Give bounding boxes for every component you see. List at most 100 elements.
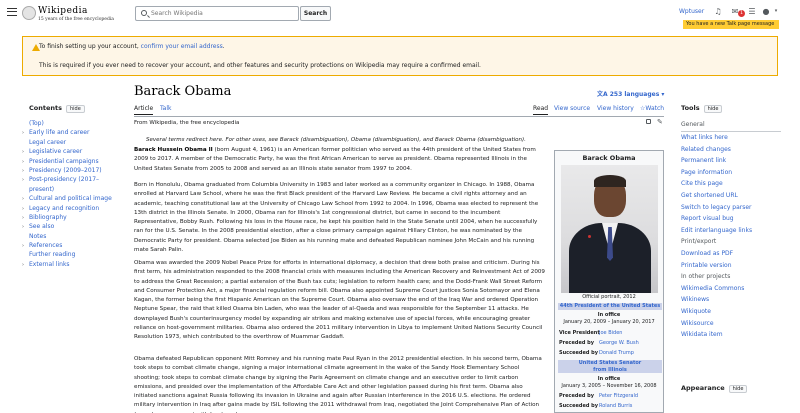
tools-link[interactable]: Page information [681, 167, 781, 179]
toc-item[interactable]: › Cultural and political image [22, 195, 119, 203]
wikipedia-logo[interactable] [22, 6, 36, 20]
lock-icon[interactable] [646, 119, 651, 124]
project-link[interactable]: Wikinews [681, 294, 781, 306]
notice-line-2: This is required if you ever need to rec… [39, 62, 481, 69]
language-button[interactable]: 文A 253 languages ▾ [597, 89, 664, 98]
search-input[interactable] [151, 8, 296, 19]
chevron-right-icon[interactable]: › [22, 195, 24, 203]
subject-name: Barack Hussein Obama II [134, 147, 213, 153]
tools-link[interactable]: What links here [681, 132, 781, 144]
chevron-right-icon[interactable]: › [22, 205, 24, 213]
confirm-email-link[interactable]: confirm your email address [141, 43, 223, 50]
tools-link[interactable]: Edit interlanguage links [681, 225, 781, 237]
toc-title: Contents hide [29, 104, 119, 113]
wikipedia-wordmark[interactable]: Wikipedia [38, 6, 88, 16]
search-button[interactable]: Search [300, 6, 331, 21]
appearance-hide-button[interactable]: hide [728, 385, 748, 393]
preceded-link-1[interactable]: George W. Bush [599, 340, 639, 346]
tab-read[interactable]: Read [533, 105, 549, 115]
tab-view-source[interactable]: View source [554, 105, 590, 112]
office-president[interactable]: 44th President of the United States [558, 303, 662, 310]
chevron-right-icon[interactable]: › [22, 129, 24, 137]
toc-item[interactable]: Notes [29, 233, 119, 241]
lead-paragraph-3: Obama was awarded the 2009 Nobel Peace P… [134, 260, 545, 341]
chevron-right-icon[interactable]: › [22, 223, 24, 231]
hatnote: Several terms redirect here. For other u… [146, 137, 526, 143]
vp-link[interactable]: Joe Biden [599, 330, 622, 336]
vp-label: Vice President [559, 330, 600, 336]
email-notice: To finish setting up your account, confi… [22, 36, 778, 76]
other-projects-list: Wikimedia Commons Wikinews Wikiquote Wikiso… [681, 283, 781, 341]
toc-item-label: References [29, 242, 63, 250]
search-box[interactable] [135, 6, 299, 21]
chevron-right-icon[interactable]: › [22, 148, 24, 156]
edit-pencil-icon[interactable]: ✎ [657, 118, 664, 126]
print-link[interactable]: Download as PDF [681, 248, 781, 260]
succeeded-link-2[interactable]: Roland Burris [599, 403, 632, 409]
main-menu-icon[interactable] [7, 8, 17, 16]
lead-paragraph-1: Barack Hussein Obama II (born August 4, … [134, 146, 546, 174]
toc-item[interactable]: (Top) [29, 120, 119, 128]
toc-item[interactable]: Further reading [29, 251, 119, 259]
alerts-bell-icon[interactable]: ♫ [713, 7, 723, 16]
project-link[interactable]: Wikimedia Commons [681, 283, 781, 295]
official-portrait-image[interactable] [561, 165, 658, 293]
tools-link[interactable]: Switch to legacy parser [681, 202, 781, 214]
toc-item[interactable]: present) [29, 186, 119, 194]
chevron-right-icon[interactable]: › [22, 242, 24, 250]
infobox: Barack Obama Official portrait, 2012 44t… [554, 150, 664, 413]
tools-link[interactable]: Report visual bug [681, 213, 781, 225]
tab-view-history[interactable]: View history [597, 105, 634, 112]
lead-paragraph-2: Born in Honolulu, Obama graduated from C… [134, 182, 539, 254]
toc-item[interactable]: › Legislative career [22, 148, 119, 156]
chevron-right-icon[interactable]: › [22, 176, 24, 184]
toc-item[interactable]: › Post-presidency (2017– [22, 176, 119, 184]
notice-text-end: . [222, 43, 225, 50]
search-icon [141, 10, 147, 16]
tab-watch-label: Watch [645, 105, 665, 112]
chevron-right-icon[interactable]: › [22, 214, 24, 222]
tools-hide-button[interactable]: hide [703, 105, 723, 113]
appearance-title: Appearance hide [681, 384, 748, 393]
notification-count-badge: 1 [738, 10, 745, 17]
toc-item[interactable]: › Legacy and recognition [22, 205, 119, 213]
language-count: 253 languages [609, 91, 660, 98]
watchlist-icon[interactable]: ☰ [747, 7, 757, 16]
toc-hide-button[interactable]: hide [65, 105, 85, 113]
office-senator[interactable]: United States Senator from Illinois [558, 360, 662, 373]
toc-item-label: present) [29, 185, 55, 193]
succeeded-link-1[interactable]: Donald Trump [599, 350, 634, 356]
tab-talk[interactable]: Talk [160, 105, 172, 112]
chevron-right-icon[interactable]: › [22, 261, 24, 269]
project-link[interactable]: Wikidata item [681, 329, 781, 341]
print-export-heading: Print/export [681, 238, 717, 246]
print-link[interactable]: Printable version [681, 260, 781, 272]
project-link[interactable]: Wikisource [681, 318, 781, 330]
tab-watch[interactable]: ☆Watch [640, 105, 664, 112]
tools-link[interactable]: Permanent link [681, 155, 781, 167]
tools-link[interactable]: Cite this page [681, 178, 781, 190]
toc-item[interactable]: › External links [22, 261, 119, 269]
chevron-down-icon[interactable]: ▾ [771, 7, 781, 16]
user-page-link[interactable]: Wptuser [679, 8, 704, 15]
user-menu-icon[interactable]: ● [761, 7, 771, 16]
portrait-flag-pin [588, 235, 591, 238]
talk-message-tooltip[interactable]: You have a new Talk page message [683, 20, 779, 29]
chevron-right-icon[interactable]: › [22, 158, 24, 166]
toc-item-label: Post-presidency (2017– [29, 176, 100, 184]
preceded-link-2[interactable]: Peter Fitzgerald [599, 393, 638, 399]
office-senator-line-2: from Illinois [593, 366, 627, 373]
toc-item[interactable]: › Early life and career [22, 129, 119, 137]
tools-link[interactable]: Get shortened URL [681, 190, 781, 202]
tools-link[interactable]: Related changes [681, 144, 781, 156]
toc-item-label: Early life and career [29, 129, 90, 137]
toc-item[interactable]: › Presidency (2009–2017) [22, 167, 119, 175]
toc-item[interactable]: › References [22, 242, 119, 250]
toc-item[interactable]: › Bibliography [22, 214, 119, 222]
tab-article[interactable]: Article [134, 105, 154, 115]
project-link[interactable]: Wikiquote [681, 306, 781, 318]
toc-item[interactable]: › Presidential campaigns [22, 158, 119, 166]
toc-item[interactable]: Legal career [29, 139, 119, 147]
chevron-right-icon[interactable]: › [22, 167, 24, 175]
toc-item[interactable]: › See also [22, 223, 119, 231]
